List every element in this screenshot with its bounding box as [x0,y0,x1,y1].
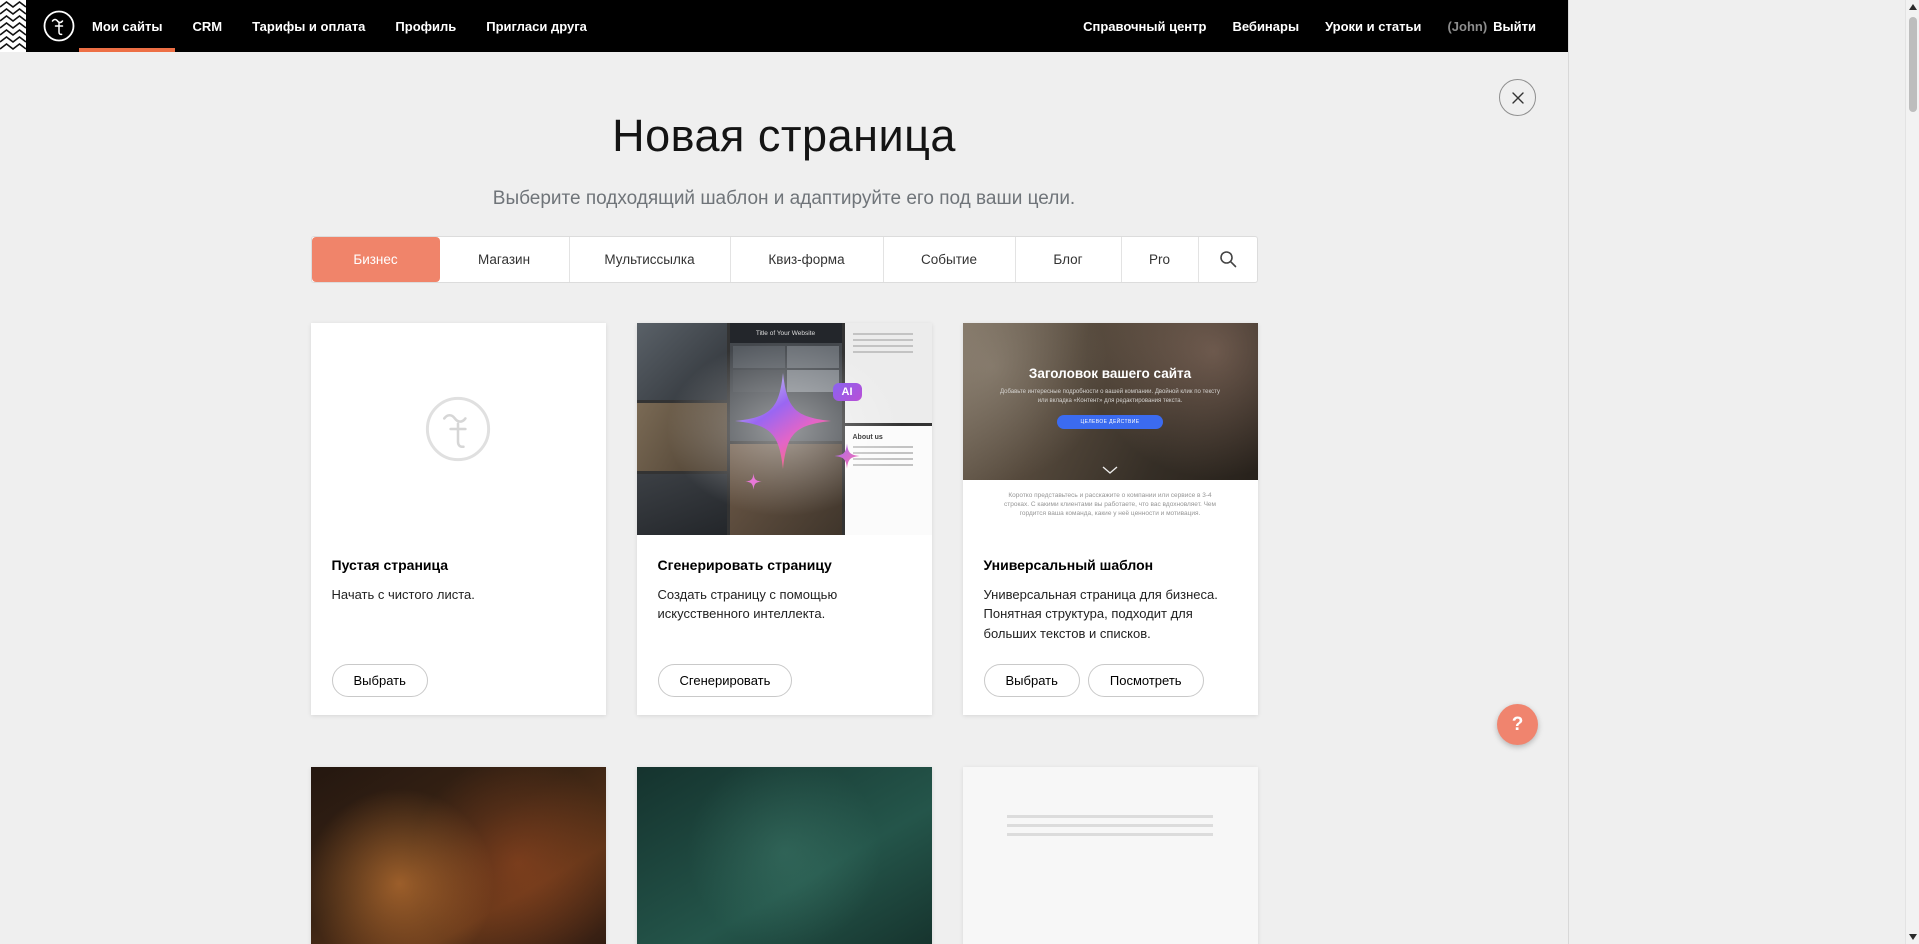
template-card-ai-generate: Title of Your Website About us [637,323,932,715]
scrollbar-thumb[interactable] [1909,17,1917,112]
top-navigation-bar: Мои сайты CRM Тарифы и оплата Профиль Пр… [0,0,1568,52]
template-preview[interactable] [963,767,1258,944]
tab-quiz-form[interactable]: Квиз-форма [731,237,884,282]
card-title: Пустая страница [332,557,585,573]
choose-universal-button[interactable]: Выбрать [984,664,1080,697]
template-preview[interactable] [637,767,932,944]
card-description: Универсальная страница для бизнеса. Поня… [984,585,1237,644]
nav-item-webinars[interactable]: Вебинары [1232,0,1299,52]
template-category-tabs: Бизнес Магазин Мультиссылка Квиз-форма С… [311,236,1258,283]
template-card [963,767,1258,944]
secondary-nav: Справочный центр Вебинары Уроки и статьи… [1083,0,1536,52]
generate-button[interactable]: Сгенерировать [658,664,793,697]
small-sparkle-icon [834,443,860,469]
tab-business[interactable]: Бизнес [312,237,440,282]
mosaic-site-title: Title of Your Website [734,330,838,337]
template-card [637,767,932,944]
logout-link[interactable]: Выйти [1493,19,1536,34]
page-subtitle: Выберите подходящий шаблон и адаптируйте… [0,188,1568,210]
tab-store[interactable]: Магазин [440,237,570,282]
app-window: Мои сайты CRM Тарифы и оплата Профиль Пр… [0,0,1569,944]
card-title: Универсальный шаблон [984,557,1237,573]
tab-blog[interactable]: Блог [1016,237,1122,282]
nav-item-help-center[interactable]: Справочный центр [1083,0,1206,52]
ai-template-preview[interactable]: Title of Your Website About us [637,323,932,535]
search-icon [1218,249,1238,269]
topbar-spacer [587,0,1083,52]
tilda-watermark-icon [420,391,496,467]
template-card-blank: Пустая страница Начать с чистого листа. … [311,323,606,715]
template-card-universal: Заголовок вашего сайта Добавьте интересн… [963,323,1258,715]
nav-item-lessons[interactable]: Уроки и статьи [1325,0,1421,52]
scroll-down-arrow[interactable] [1906,930,1919,944]
tab-pro[interactable]: Pro [1122,237,1199,282]
template-grid-row-2 [311,767,1258,944]
card-title: Сгенерировать страницу [658,557,911,573]
universal-preview-hero: Заголовок вашего сайта Добавьте интересн… [963,323,1258,480]
universal-preview-body: Коротко представьтесь и расскажите о ком… [963,480,1258,519]
nav-item-profile[interactable]: Профиль [395,0,456,52]
card-description: Начать с чистого листа. [332,585,585,605]
template-card [311,767,606,944]
help-button[interactable]: ? [1497,704,1538,745]
template-search-button[interactable] [1199,237,1257,282]
choose-blank-button[interactable]: Выбрать [332,664,428,697]
nav-item-plans[interactable]: Тарифы и оплата [252,0,365,52]
tilda-logo[interactable] [26,0,92,52]
preview-site-heading: Заголовок вашего сайта [963,323,1258,381]
tab-multilink[interactable]: Мультиссылка [570,237,731,282]
universal-template-preview[interactable]: Заголовок вашего сайта Добавьте интересн… [963,323,1258,535]
chevron-down-icon [1102,466,1118,474]
card-description: Создать страницу с помощью искусственног… [658,585,911,624]
nav-item-invite-friend[interactable]: Пригласи друга [486,0,587,52]
preview-body-text: Коротко представьтесь и расскажите о ком… [1003,491,1217,519]
tilda-logo-icon [41,8,77,44]
close-icon [1511,91,1525,105]
preview-site-subheading: Добавьте интересные подробности о вашей … [995,388,1225,406]
main-nav: Мои сайты CRM Тарифы и оплата Профиль Пр… [92,0,587,52]
blank-template-preview[interactable] [311,323,606,535]
user-box: (John) Выйти [1447,0,1536,52]
view-universal-button[interactable]: Посмотреть [1088,664,1204,697]
preview-cta-button: ЦЕЛЕВОЕ ДЕЙСТВИЕ [1057,415,1163,429]
template-grid: Пустая страница Начать с чистого листа. … [311,323,1258,715]
user-name: (John) [1447,19,1487,34]
nav-item-my-sites[interactable]: Мои сайты [92,0,162,52]
template-preview[interactable] [311,767,606,944]
ai-sparkle-icon [733,371,833,471]
nav-item-crm[interactable]: CRM [192,0,222,52]
zigzag-pattern-decoration [0,0,26,52]
scroll-up-arrow[interactable] [1906,0,1919,14]
vertical-scrollbar[interactable] [1905,0,1919,944]
page-title: Новая страница [0,111,1568,161]
ai-badge: AI [833,383,862,401]
tab-event[interactable]: Событие [884,237,1016,282]
small-sparkle-icon [745,473,762,490]
close-button[interactable] [1499,79,1536,116]
